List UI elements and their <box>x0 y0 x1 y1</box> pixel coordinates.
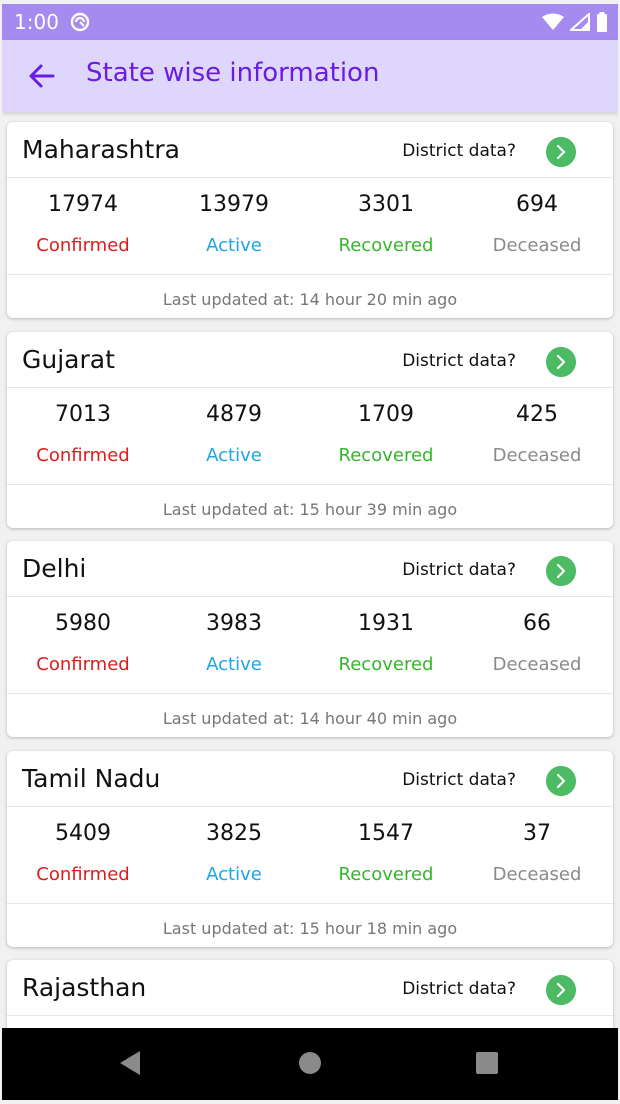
district-data-label: District data? <box>402 979 516 999</box>
page-title: State wise information <box>86 58 380 88</box>
last-updated-text: Last updated at: 15 hour 18 min ago <box>162 919 458 938</box>
confirmed-value: 5409 <box>55 821 111 846</box>
card-header: Tamil Nadu District data? <box>7 751 613 807</box>
navigation-bar <box>2 1028 618 1100</box>
state-name: Maharashtra <box>22 135 180 164</box>
state-card: Rajasthan District data? <box>7 960 613 1032</box>
status-icons <box>542 12 608 32</box>
active-label: Active <box>206 235 262 256</box>
recovered-label: Recovered <box>338 235 434 256</box>
stats-row: 5980 Confirmed 3983 Active 1931 Recovere… <box>7 597 613 694</box>
app-notification-icon <box>70 12 90 32</box>
state-card: Gujarat District data? 7013 Confirmed 48… <box>7 332 613 528</box>
active-value: 3983 <box>206 611 262 636</box>
recovered-label: Recovered <box>338 654 434 675</box>
last-updated-text: Last updated at: 14 hour 40 min ago <box>162 709 458 728</box>
nav-home-icon[interactable] <box>298 1050 322 1076</box>
deceased-label: Deceased <box>492 445 582 466</box>
district-data-label: District data? <box>402 351 516 371</box>
district-data-button[interactable] <box>546 137 576 167</box>
stats-row: 7013 Confirmed 4879 Active 1709 Recovere… <box>7 388 613 485</box>
district-data-label: District data? <box>402 770 516 790</box>
active-value: 4879 <box>206 402 262 427</box>
card-header: Delhi District data? <box>7 541 613 597</box>
deceased-label: Deceased <box>492 235 582 256</box>
deceased-value: 66 <box>523 611 551 636</box>
state-name: Gujarat <box>22 345 115 374</box>
active-label: Active <box>206 864 262 885</box>
last-updated-text: Last updated at: 15 hour 39 min ago <box>162 500 458 519</box>
nav-back-icon[interactable] <box>118 1050 142 1076</box>
recovered-label: Recovered <box>338 864 434 885</box>
active-label: Active <box>206 445 262 466</box>
district-data-label: District data? <box>402 560 516 580</box>
deceased-value: 694 <box>516 192 558 217</box>
confirmed-value: 7013 <box>55 402 111 427</box>
state-list[interactable]: Maharashtra District data? 17974 Confirm… <box>2 112 618 1032</box>
card-header: Gujarat District data? <box>7 332 613 388</box>
deceased-value: 37 <box>523 821 551 846</box>
app-bar: State wise information <box>2 40 618 112</box>
recovered-value: 1931 <box>358 611 414 636</box>
deceased-value: 425 <box>516 402 558 427</box>
recovered-value: 1547 <box>358 821 414 846</box>
active-value: 3825 <box>206 821 262 846</box>
back-arrow-icon[interactable] <box>26 60 58 92</box>
last-updated-text: Last updated at: 14 hour 20 min ago <box>162 290 458 309</box>
state-card: Maharashtra District data? 17974 Confirm… <box>7 122 613 318</box>
battery-icon <box>597 12 607 32</box>
district-data-button[interactable] <box>546 556 576 586</box>
recovered-label: Recovered <box>338 445 434 466</box>
state-card: Delhi District data? 5980 Confirmed 3983… <box>7 541 613 737</box>
district-data-button[interactable] <box>546 975 576 1005</box>
state-name: Rajasthan <box>22 973 147 1002</box>
recovered-value: 1709 <box>358 402 414 427</box>
stats-row: 5409 Confirmed 3825 Active 1547 Recovere… <box>7 807 613 904</box>
confirmed-label: Confirmed <box>36 864 130 885</box>
state-name: Tamil Nadu <box>22 764 161 793</box>
active-label: Active <box>206 654 262 675</box>
status-time: 1:00 <box>14 10 59 34</box>
confirmed-label: Confirmed <box>36 445 130 466</box>
stats-row: 17974 Confirmed 13979 Active 3301 Recove… <box>7 178 613 275</box>
phone-screen: 1:00 State wise information Maharashtra … <box>2 4 618 1100</box>
deceased-label: Deceased <box>492 654 582 675</box>
confirmed-label: Confirmed <box>36 654 130 675</box>
district-data-button[interactable] <box>546 766 576 796</box>
district-data-label: District data? <box>402 141 516 161</box>
nav-recents-icon[interactable] <box>475 1050 499 1076</box>
confirmed-value: 17974 <box>48 192 118 217</box>
card-header: Rajasthan District data? <box>7 960 613 1016</box>
district-data-button[interactable] <box>546 347 576 377</box>
state-card: Tamil Nadu District data? 5409 Confirmed… <box>7 751 613 947</box>
card-header: Maharashtra District data? <box>7 122 613 178</box>
confirmed-value: 5980 <box>55 611 111 636</box>
state-name: Delhi <box>22 554 87 583</box>
recovered-value: 3301 <box>358 192 414 217</box>
status-bar: 1:00 <box>2 4 618 40</box>
wifi-icon <box>542 13 564 30</box>
deceased-label: Deceased <box>492 864 582 885</box>
cell-signal-icon <box>570 13 590 31</box>
confirmed-label: Confirmed <box>36 235 130 256</box>
active-value: 13979 <box>199 192 269 217</box>
